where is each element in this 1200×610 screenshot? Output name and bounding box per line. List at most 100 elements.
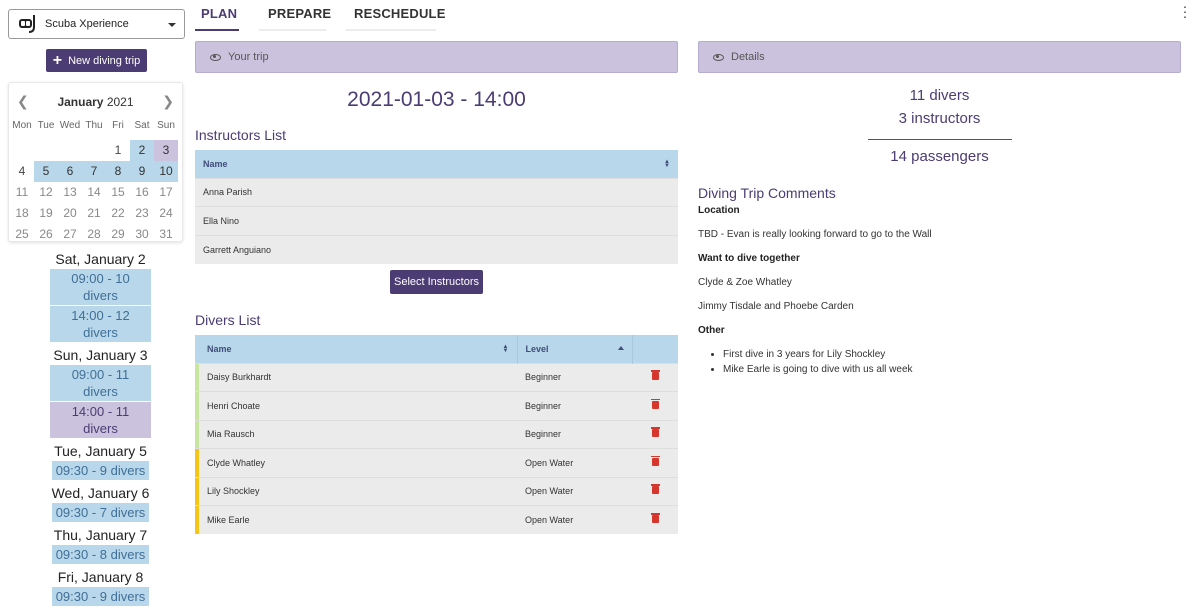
calendar-weekday: Mon — [12, 120, 32, 131]
calendar-day[interactable]: 28 — [82, 224, 106, 245]
trash-icon[interactable] — [650, 427, 660, 438]
calendar-day[interactable]: 25 — [10, 224, 34, 245]
trip-day: Wed, January 6 09:30 - 7 divers — [8, 484, 193, 523]
tab-plan[interactable]: PLAN — [201, 6, 237, 21]
diver-row[interactable]: Daisy Burkhardt Beginner — [195, 362, 678, 392]
calendar-day[interactable]: 3 — [154, 140, 178, 161]
diver-row[interactable]: Henri Choate Beginner — [195, 391, 678, 420]
calendar-day[interactable]: 31 — [154, 224, 178, 245]
plus-icon: + — [52, 51, 63, 69]
diver-name: Mike Earle — [199, 505, 517, 534]
other-heading: Other — [698, 325, 725, 336]
organization-name: Scuba Xperience — [45, 18, 129, 30]
trip-day: Tue, January 5 09:30 - 9 divers — [8, 442, 193, 481]
trip-day-title: Tue, January 5 — [54, 443, 147, 459]
calendar-day[interactable]: 22 — [106, 203, 130, 224]
diver-level: Open Water — [517, 476, 632, 506]
organization-select[interactable]: Scuba Xperience — [8, 9, 185, 39]
tab-reschedule[interactable]: RESCHEDULE — [354, 6, 446, 21]
trash-icon[interactable] — [650, 513, 660, 523]
other-list: First dive in 3 years for Lily Shockley … — [723, 347, 1181, 377]
diver-level: Beginner — [517, 362, 632, 392]
select-instructors-button[interactable]: Select Instructors — [390, 270, 483, 294]
location-heading: Location — [698, 205, 740, 216]
more-options-icon[interactable]: · · · — [1180, 0, 1190, 23]
calendar-day[interactable]: 12 — [34, 182, 58, 203]
calendar-day[interactable]: 2 — [130, 140, 154, 161]
diver-row[interactable]: Lily Shockley Open Water — [195, 476, 678, 506]
trip-slot[interactable]: 09:30 - 9 divers — [51, 587, 150, 606]
calendar-day[interactable]: 5 — [34, 161, 58, 182]
diver-name: Daisy Burkhardt — [199, 362, 517, 392]
instructor-row[interactable]: Garrett Anguiano — [195, 234, 678, 264]
diver-row[interactable]: Mike Earle Open Water — [195, 505, 678, 534]
instructor-name: Garrett Anguiano — [195, 234, 678, 264]
divers-name-header[interactable]: Name ▲ ▼ — [199, 335, 517, 363]
trip-datetime: 2021-01-03 - 14:00 — [347, 88, 526, 111]
trip-day-title: Sat, January 2 — [55, 251, 146, 267]
calendar-day[interactable]: 23 — [130, 203, 154, 224]
trip-slot[interactable]: 09:30 - 9 divers — [51, 461, 150, 480]
comments-title: Diving Trip Comments — [698, 185, 836, 201]
instructors-count: 3 instructors — [898, 110, 981, 127]
calendar-day[interactable]: 16 — [130, 182, 154, 203]
calendar-day[interactable]: 9 — [130, 161, 154, 182]
calendar-day[interactable]: 18 — [10, 203, 34, 224]
calendar-day[interactable]: 11 — [10, 182, 34, 203]
calendar-day[interactable]: 29 — [106, 224, 130, 245]
trash-icon[interactable] — [650, 455, 660, 466]
instructor-row[interactable]: Anna Parish — [195, 177, 678, 207]
calendar-day[interactable]: 14 — [82, 182, 106, 203]
trash-icon[interactable] — [650, 484, 660, 495]
divers-table: Name ▲ ▼ Level Daisy Burkhardt Beginner Hen… — [195, 335, 678, 534]
calendar-day[interactable]: 17 — [154, 182, 178, 203]
tab-prepare[interactable]: PREPARE — [268, 6, 331, 21]
chevron-right-icon[interactable]: ❯ — [162, 93, 174, 110]
diver-row[interactable]: Clyde Whatley Open Water — [195, 448, 678, 477]
trip-slot[interactable]: 09:00 - 11 divers — [50, 365, 151, 401]
dive-together-line: Jimmy Tisdale and Phoebe Carden — [698, 301, 854, 312]
calendar-day[interactable]: 1 — [106, 140, 130, 161]
instructors-name-header[interactable]: Name ▲ ▼ — [195, 150, 678, 178]
calendar-weekday: Thu — [85, 120, 103, 131]
divers-level-header[interactable]: Level — [516, 335, 632, 363]
calendar-day[interactable]: 6 — [58, 161, 82, 182]
calendar-day[interactable]: 27 — [58, 224, 82, 245]
new-diving-trip-button[interactable]: + New diving trip — [46, 49, 147, 72]
calendar-day[interactable]: 30 — [130, 224, 154, 245]
instructor-row[interactable]: Ella Nino — [195, 206, 678, 235]
instructors-list-title: Instructors List — [195, 127, 287, 143]
details-panel-header[interactable]: Details — [698, 41, 1181, 73]
calendar-day[interactable]: 13 — [58, 182, 82, 203]
calendar-day[interactable]: 15 — [106, 182, 130, 203]
calendar-weekday: Sat — [134, 120, 150, 131]
trash-icon[interactable] — [650, 398, 660, 409]
calendar-empty-cell — [34, 140, 58, 161]
calendar-day[interactable]: 20 — [58, 203, 82, 224]
calendar-day[interactable]: 10 — [154, 161, 178, 182]
calendar-day[interactable]: 7 — [82, 161, 106, 182]
trip-day-title: Fri, January 8 — [57, 569, 144, 585]
calendar-empty-cell — [10, 140, 34, 161]
trip-slot[interactable]: 09:30 - 7 divers — [51, 503, 150, 522]
calendar-day[interactable]: 21 — [82, 203, 106, 224]
diver-row[interactable]: Mia Rausch Beginner — [195, 419, 678, 449]
trip-slot[interactable]: 14:00 - 11 divers — [50, 402, 151, 438]
calendar-day[interactable]: 19 — [34, 203, 58, 224]
calendar-day[interactable]: 24 — [154, 203, 178, 224]
calendar-day[interactable]: 8 — [106, 161, 130, 182]
divers-level-header-label: Level — [525, 343, 549, 354]
calendar-day[interactable]: 4 — [10, 161, 34, 182]
diver-level: Beginner — [517, 391, 632, 420]
trip-slot[interactable]: 09:00 - 10 divers — [50, 269, 151, 305]
trip-slot[interactable]: 14:00 - 12 divers — [50, 306, 151, 342]
trip-day: Sat, January 2 09:00 - 10 divers 14:00 - 1… — [8, 250, 193, 343]
diver-name: Lily Shockley — [199, 476, 517, 506]
your-trip-panel-header[interactable]: Your trip — [195, 41, 678, 73]
trip-slot[interactable]: 09:30 - 8 divers — [51, 545, 150, 564]
trash-icon[interactable] — [650, 370, 660, 381]
calendar-day[interactable]: 26 — [34, 224, 58, 245]
tab-prepare-indicator — [259, 29, 326, 31]
calendar-grid: Mon Tue Wed Thu Fri Sat Sun 1 2 3 4 5 6 7 8 9 10 11 12 13 14… — [10, 119, 182, 245]
tab-plan-indicator — [195, 29, 239, 31]
